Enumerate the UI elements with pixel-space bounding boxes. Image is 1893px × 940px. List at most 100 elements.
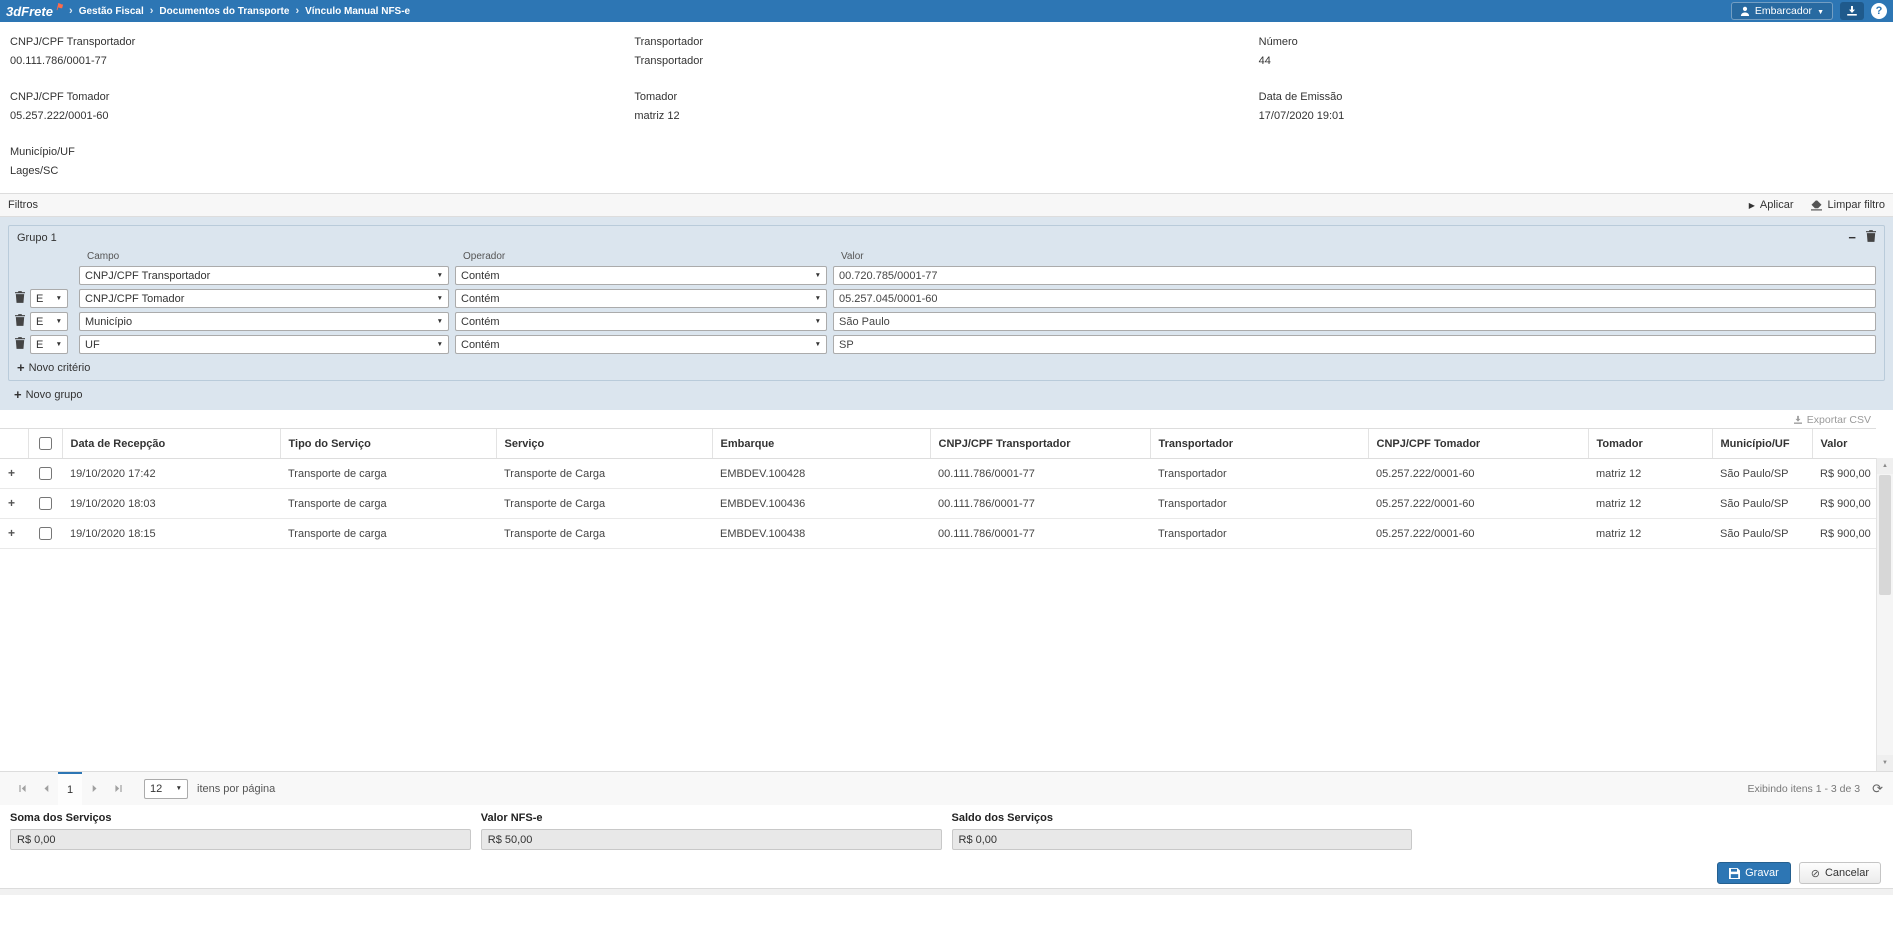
grid-wrap: Data de Recepção Tipo do Serviço Serviço… xyxy=(0,428,1893,771)
column-header[interactable]: Serviço xyxy=(496,429,712,459)
operador-select[interactable]: Contém ▼ xyxy=(455,266,827,285)
header-field: CNPJ/CPF Transportador 00.111.786/0001-7… xyxy=(10,36,634,67)
row-checkbox[interactable] xyxy=(39,527,52,540)
campo-column-label: Campo xyxy=(83,251,459,262)
add-group-button[interactable]: + Novo grupo xyxy=(14,389,82,401)
campo-select[interactable]: CNPJ/CPF Transportador ▼ xyxy=(79,266,449,285)
prev-page-icon xyxy=(42,784,51,793)
scrollbar-thumb[interactable] xyxy=(1879,475,1891,595)
valor-input[interactable] xyxy=(833,312,1876,331)
header-field-label: CNPJ/CPF Transportador xyxy=(10,36,634,48)
chevron-down-icon: ▼ xyxy=(437,341,443,348)
operador-select[interactable]: Contém ▼ xyxy=(455,335,827,354)
expand-row-button[interactable]: + xyxy=(8,498,15,508)
next-page-button[interactable] xyxy=(82,772,106,805)
trash-icon xyxy=(15,291,25,303)
valor-input[interactable] xyxy=(833,266,1876,285)
table-row[interactable]: + 19/10/2020 18:03 Transporte de carga T… xyxy=(0,489,1876,519)
column-header[interactable]: Município/UF xyxy=(1712,429,1812,459)
valor-input[interactable] xyxy=(833,335,1876,354)
row-checkbox[interactable] xyxy=(39,467,52,480)
user-menu-label: Embarcador xyxy=(1755,5,1812,17)
clear-filter-button[interactable]: Limpar filtro xyxy=(1810,199,1885,211)
user-menu[interactable]: Embarcador ▼ xyxy=(1731,2,1833,20)
collapse-group-button[interactable]: − xyxy=(1848,232,1856,243)
page-size-select[interactable]: 12 ▼ xyxy=(144,779,188,799)
table-row[interactable]: + 19/10/2020 18:15 Transporte de carga T… xyxy=(0,519,1876,549)
help-button[interactable]: ? xyxy=(1871,3,1887,19)
cell-embarque: EMBDEV.100438 xyxy=(712,519,930,549)
conjunction-select[interactable]: E ▼ xyxy=(30,289,68,308)
operador-select[interactable]: Contém ▼ xyxy=(455,289,827,308)
column-header[interactable]: Transportador xyxy=(1150,429,1368,459)
page-number[interactable]: 1 xyxy=(58,772,82,805)
column-header[interactable]: Tipo do Serviço xyxy=(280,429,496,459)
plus-icon: + xyxy=(17,363,25,373)
expand-row-button[interactable]: + xyxy=(8,528,15,538)
vertical-scrollbar[interactable]: ▲ ▼ xyxy=(1876,458,1893,771)
conjunction-select[interactable]: E ▼ xyxy=(30,335,68,354)
conjunction-select[interactable]: E ▼ xyxy=(30,312,68,331)
column-header-label: Tomador xyxy=(1597,438,1643,450)
column-header-label: Data de Recepção xyxy=(71,438,166,450)
campo-select[interactable]: CNPJ/CPF Tomador ▼ xyxy=(79,289,449,308)
column-header[interactable]: Data de Recepção xyxy=(62,429,280,459)
column-header-label: Município/UF xyxy=(1721,438,1790,450)
delete-criterion-button[interactable] xyxy=(15,337,25,352)
eraser-icon xyxy=(1810,200,1823,211)
cell-tomador: matriz 12 xyxy=(1588,519,1712,549)
operador-select[interactable]: Contém ▼ xyxy=(455,312,827,331)
column-header[interactable]: Tomador xyxy=(1588,429,1712,459)
prev-page-button[interactable] xyxy=(34,772,58,805)
cancel-button[interactable]: ⊘ Cancelar xyxy=(1799,862,1881,884)
refresh-button[interactable]: ⟳ xyxy=(1872,781,1883,797)
last-page-button[interactable] xyxy=(106,772,130,805)
header-field-label: Município/UF xyxy=(10,146,634,158)
download-button[interactable] xyxy=(1840,2,1864,20)
app-logo[interactable]: 3dFrete ⚑ xyxy=(6,4,63,19)
delete-criterion-button[interactable] xyxy=(15,291,25,306)
export-csv-button[interactable]: Exportar CSV xyxy=(1793,414,1871,426)
add-criterion-button[interactable]: + Novo critério xyxy=(17,362,90,374)
valor-input[interactable] xyxy=(833,289,1876,308)
expand-row-button[interactable]: + xyxy=(8,468,15,478)
filters-title: Filtros xyxy=(8,199,38,211)
column-header[interactable]: Valor xyxy=(1812,429,1876,459)
row-checkbox[interactable] xyxy=(39,497,52,510)
filter-rows: ▼ CNPJ/CPF Transportador ▼ Contém ▼ xyxy=(9,266,1884,354)
conjunction-value: E xyxy=(36,316,43,328)
filter-group-header: Grupo 1 − xyxy=(9,226,1884,249)
cell-cnpj-tomador: 05.257.222/0001-60 xyxy=(1368,519,1588,549)
header-field-value: matriz 12 xyxy=(634,110,1258,122)
breadcrumb-item[interactable]: Vínculo Manual NFS-e xyxy=(305,6,410,17)
breadcrumb-item[interactable]: Documentos do Transporte xyxy=(159,6,289,17)
cell-tipo-servico: Transporte de carga xyxy=(280,519,496,549)
delete-criterion-button[interactable] xyxy=(15,314,25,329)
apply-filter-button[interactable]: ▶ Aplicar xyxy=(1749,199,1794,211)
filter-criterion-row: E ▼ Município ▼ Contém ▼ xyxy=(15,312,1876,331)
first-page-button[interactable] xyxy=(10,772,34,805)
header-field: Número 44 xyxy=(1259,36,1883,67)
column-header[interactable]: CNPJ/CPF Tomador xyxy=(1368,429,1588,459)
pager: 1 12 ▼ itens por página Exibindo itens 1… xyxy=(0,771,1893,805)
chevron-down-icon: ▼ xyxy=(815,295,821,302)
chevron-down-icon: ▼ xyxy=(815,272,821,279)
scroll-down-icon[interactable]: ▼ xyxy=(1877,755,1893,771)
save-button[interactable]: Gravar xyxy=(1717,862,1791,884)
document-header: CNPJ/CPF Transportador 00.111.786/0001-7… xyxy=(0,22,1893,193)
delete-group-button[interactable] xyxy=(1866,230,1876,245)
filter-column-labels: Campo Operador Valor xyxy=(9,251,1884,262)
column-header[interactable]: CNPJ/CPF Transportador xyxy=(930,429,1150,459)
breadcrumb-item[interactable]: Gestão Fiscal xyxy=(79,6,144,17)
total-input xyxy=(952,829,1413,850)
select-all-checkbox[interactable] xyxy=(39,437,52,450)
chevron-right-icon: › xyxy=(150,5,154,17)
column-header-label: Transportador xyxy=(1159,438,1234,450)
cell-data-recepcao: 19/10/2020 17:42 xyxy=(62,459,280,489)
campo-select[interactable]: Município ▼ xyxy=(79,312,449,331)
table-row[interactable]: + 19/10/2020 17:42 Transporte de carga T… xyxy=(0,459,1876,489)
campo-select[interactable]: UF ▼ xyxy=(79,335,449,354)
column-header[interactable]: Embarque xyxy=(712,429,930,459)
header-field: Transportador Transportador xyxy=(634,36,1258,67)
scroll-up-icon[interactable]: ▲ xyxy=(1877,458,1893,474)
